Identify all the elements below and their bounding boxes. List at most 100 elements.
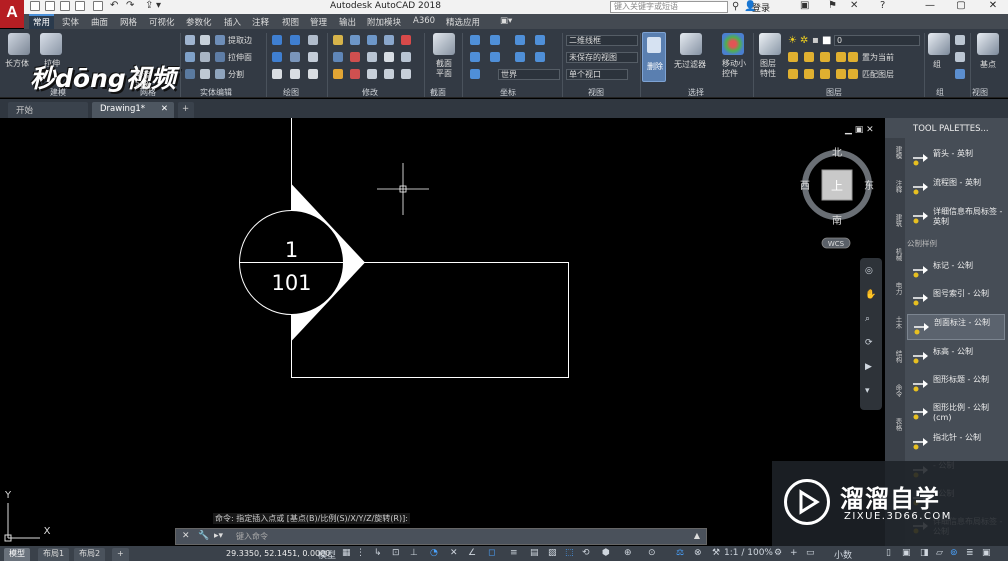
ucs-object-icon[interactable] xyxy=(490,52,500,62)
showmotion-icon[interactable]: ▶ xyxy=(865,362,872,372)
pan-icon[interactable]: ✋ xyxy=(865,290,876,300)
ribbon-tab-12[interactable]: A360 xyxy=(413,16,435,26)
extrude-face-label[interactable]: 拉伸面 xyxy=(228,52,252,63)
extract-edges-label[interactable]: 提取边 xyxy=(228,35,252,46)
extrude-icon[interactable] xyxy=(40,33,62,55)
palette-item[interactable]: 剖面标注 - 公制 xyxy=(907,314,1005,340)
exchange-icon[interactable]: ✕ xyxy=(850,0,858,11)
palette-item[interactable]: 详细信息布局标签 - 英制 xyxy=(907,204,1005,230)
ucs-view-icon[interactable] xyxy=(470,52,480,62)
grid-icon[interactable]: ▦ xyxy=(342,548,351,558)
ribbon-tab-1[interactable]: 实体 xyxy=(62,16,79,28)
palette-item[interactable]: 流程图 - 英制 xyxy=(907,175,1005,201)
viewcube[interactable]: 上 北 南 东 西 WCS xyxy=(800,147,874,249)
search-input[interactable]: 键入关键字或短语 xyxy=(610,1,728,13)
clean-screen-icon[interactable]: ⊚ xyxy=(950,548,958,558)
save-as-icon[interactable] xyxy=(75,1,85,11)
fillet-icon[interactable] xyxy=(350,52,360,62)
isodraft-icon[interactable]: ✕ xyxy=(450,548,458,558)
palette-side-tab-7[interactable]: 命令 xyxy=(887,384,903,397)
hatch-icon[interactable] xyxy=(290,69,300,79)
transparency-icon[interactable]: ▤ xyxy=(530,548,539,558)
panel-mesh-title[interactable]: 网格 xyxy=(140,87,156,98)
subtract-icon[interactable] xyxy=(200,52,210,62)
lineweight-icon[interactable]: ≡ xyxy=(510,548,518,558)
color-swatch-icon[interactable]: ■ xyxy=(822,35,831,46)
panel-coordinates-title[interactable]: 坐标 xyxy=(500,87,516,98)
palette-item[interactable]: 图号索引 - 公制 xyxy=(907,286,1005,312)
layer-properties-label[interactable]: 图层特性 xyxy=(760,59,780,79)
polar-icon[interactable]: ◔ xyxy=(430,548,438,558)
mirror-icon[interactable] xyxy=(333,52,343,62)
ribbon-tab-6[interactable]: 插入 xyxy=(224,16,241,28)
copy-icon[interactable] xyxy=(384,35,394,45)
viewport-minimize-icon[interactable]: ▁ ▣ ✕ xyxy=(844,125,874,135)
save-icon[interactable] xyxy=(60,1,70,11)
layer-unlock-icon[interactable] xyxy=(836,69,846,79)
maximize-button[interactable]: ▢ xyxy=(946,0,976,13)
layer-on-icon[interactable] xyxy=(788,69,798,79)
viewcube-west-label[interactable]: 西 xyxy=(800,181,810,192)
3d-osnap-icon[interactable]: ⬚ xyxy=(565,548,574,558)
annotation-scale-icon[interactable]: ⚖ xyxy=(676,548,684,558)
group-label[interactable]: 组 xyxy=(933,59,941,70)
layer-unisolate-icon[interactable] xyxy=(804,69,814,79)
layer-isolate-icon[interactable] xyxy=(804,52,814,62)
array-icon[interactable] xyxy=(333,69,343,79)
union-icon[interactable] xyxy=(185,52,195,62)
rectangle-icon[interactable] xyxy=(272,69,282,79)
command-input[interactable]: 键入命令 xyxy=(236,531,268,542)
file-tab-0[interactable]: 开始 xyxy=(8,102,88,118)
panel-selection-title[interactable]: 选择 xyxy=(688,87,704,98)
layout-tab-0[interactable]: 模型 xyxy=(4,548,30,561)
ribbon-tab-7[interactable]: 注释 xyxy=(252,16,269,28)
ribbon-tab-13[interactable]: 精选应用 xyxy=(446,16,480,28)
anno-auto-icon[interactable]: ⚒ xyxy=(712,548,720,558)
base-point-label[interactable]: 基点 xyxy=(980,59,996,70)
ucs-world-select[interactable]: 世界 xyxy=(498,69,560,80)
close-button[interactable]: ✕ xyxy=(978,0,1008,13)
hardware-acceleration-icon[interactable]: ▱ xyxy=(936,548,943,558)
layer-thaw-icon[interactable] xyxy=(820,69,830,79)
extrude-face-icon[interactable] xyxy=(215,52,225,62)
panel-view2-title[interactable]: 视图 xyxy=(972,87,988,98)
add-layout-button[interactable]: + xyxy=(112,548,129,561)
selection-filter-icon[interactable]: ⬢ xyxy=(602,548,610,558)
minimize-button[interactable]: — xyxy=(915,0,945,13)
ucs-origin-icon[interactable] xyxy=(490,35,500,45)
palette-side-tab-2[interactable]: 建筑 xyxy=(887,214,903,227)
move-gizmo-icon[interactable] xyxy=(722,33,744,55)
workspace-icon[interactable]: ⊗ xyxy=(694,548,702,558)
fullscreen-icon[interactable]: ▣ xyxy=(982,548,991,558)
palette-item[interactable]: 指北针 - 公制 xyxy=(907,430,1005,456)
palette-title[interactable]: TOOL PALETTES... xyxy=(913,124,989,134)
section-plane-icon[interactable] xyxy=(433,33,455,55)
snap-icon[interactable]: ⋮ xyxy=(356,548,365,558)
viewcube-east-label[interactable]: 东 xyxy=(864,179,874,192)
layer-off-icon[interactable] xyxy=(788,52,798,62)
orbit-icon[interactable]: ⟳ xyxy=(865,338,873,348)
drawing-canvas[interactable]: 1 101 Y X ▁ ▣ ✕ 上 北 南 东 西 WCS xyxy=(0,118,905,546)
minus-icon[interactable]: ▭ xyxy=(806,548,815,558)
object-snap-icon[interactable]: ◻ xyxy=(488,548,495,558)
viewport-config-select[interactable]: 单个视口 xyxy=(566,69,628,80)
panel-draw-title[interactable]: 绘图 xyxy=(283,87,299,98)
scale-readout[interactable]: 1:1 / 100% xyxy=(724,548,773,558)
break-icon[interactable] xyxy=(384,69,394,79)
circle-icon[interactable] xyxy=(308,35,318,45)
set-current-icon[interactable] xyxy=(848,52,858,62)
delete-culling-button[interactable]: 删除 xyxy=(642,32,666,82)
command-line[interactable]: ✕ 🔧 ▸▾ 键入命令 ▲ xyxy=(175,528,707,545)
gizmo-icon[interactable]: ⊕ xyxy=(624,548,632,558)
login-button[interactable]: 登录 xyxy=(752,1,770,14)
new-file-icon[interactable] xyxy=(30,1,40,11)
no-filter-icon[interactable] xyxy=(680,33,702,55)
ucs-y-icon[interactable] xyxy=(535,35,545,45)
close-tab-icon[interactable]: ✕ xyxy=(161,104,168,114)
trim-icon[interactable] xyxy=(367,35,377,45)
erase-icon[interactable] xyxy=(401,35,411,45)
coordinate-readout[interactable]: 29.3350, 52.1451, 0.0000 xyxy=(226,549,330,558)
layout-tab-2[interactable]: 布局2 xyxy=(74,548,106,561)
align-icon[interactable] xyxy=(401,69,411,79)
layer-lock-icon[interactable] xyxy=(836,52,846,62)
